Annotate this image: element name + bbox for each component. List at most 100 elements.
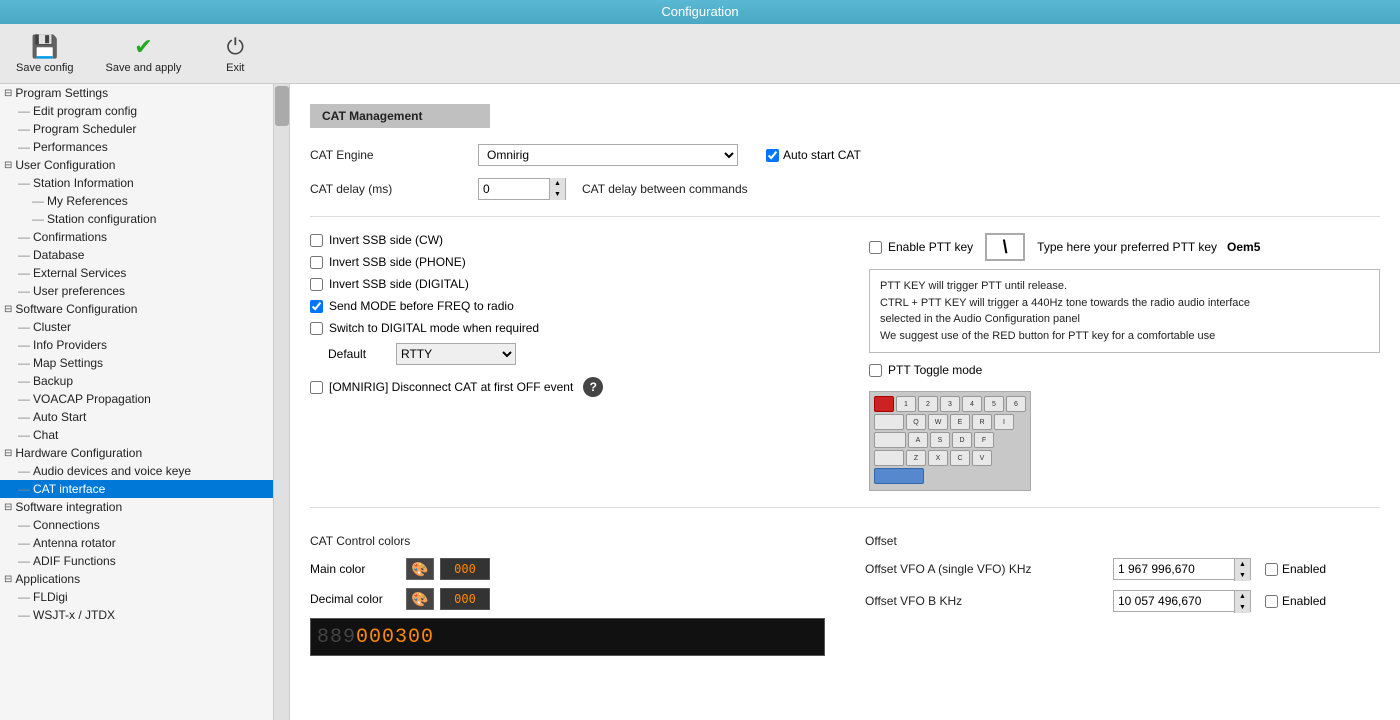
sidebar-tree: ⊟Program Settings—Edit program config—Pr…: [0, 84, 289, 624]
decimal-color-picker[interactable]: 🎨: [406, 588, 434, 610]
auto-start-cat-checkbox[interactable]: [766, 149, 779, 162]
switch-digital-row: Switch to DIGITAL mode when required: [310, 321, 821, 335]
vfo-b-enabled-text: Enabled: [1282, 594, 1326, 608]
type-here-label: Type here your preferred PTT key: [1037, 240, 1217, 254]
vfo-b-row: Offset VFO B KHz ▲ ▼ Enabled: [865, 590, 1380, 612]
dash-station-configuration: —: [32, 212, 44, 226]
send-mode-row: Send MODE before FREQ to radio: [310, 299, 821, 313]
kb-key-x: X: [928, 450, 948, 466]
vfo-a-up[interactable]: ▲: [1234, 559, 1250, 570]
sidebar-item-program-scheduler[interactable]: —Program Scheduler: [0, 120, 273, 138]
kb-key-w: W: [928, 414, 948, 430]
dash-my-references: —: [32, 194, 44, 208]
sidebar-label-confirmations: Confirmations: [33, 230, 107, 244]
sidebar-label-database: Database: [33, 248, 84, 262]
sidebar-item-chat[interactable]: —Chat: [0, 426, 273, 444]
expand-icon-program-settings: ⊟: [4, 88, 12, 99]
sidebar-item-map-settings[interactable]: —Map Settings: [0, 354, 273, 372]
switch-digital-checkbox[interactable]: [310, 322, 323, 335]
help-icon[interactable]: ?: [583, 377, 603, 397]
dash-adif-functions: —: [18, 554, 30, 568]
sidebar-item-adif-functions[interactable]: —ADIF Functions: [0, 552, 273, 570]
sidebar-label-edit-program-config: Edit program config: [33, 104, 137, 118]
kb-key-e: E: [950, 414, 970, 430]
send-mode-checkbox[interactable]: [310, 300, 323, 313]
sidebar-item-program-settings[interactable]: ⊟Program Settings: [0, 84, 273, 102]
sidebar-item-station-configuration[interactable]: —Station configuration: [0, 210, 273, 228]
invert-ssb-cw-checkbox[interactable]: [310, 234, 323, 247]
sidebar-item-voacap-propagation[interactable]: —VOACAP Propagation: [0, 390, 273, 408]
sidebar-label-adif-functions: ADIF Functions: [33, 554, 116, 568]
invert-ssb-digital-checkbox[interactable]: [310, 278, 323, 291]
sidebar-item-my-references[interactable]: —My References: [0, 192, 273, 210]
two-column-layout: Invert SSB side (CW) Invert SSB side (PH…: [310, 233, 1380, 491]
vfo-a-input-wrapper: ▲ ▼: [1113, 558, 1251, 580]
sidebar-item-software-configuration[interactable]: ⊟Software Configuration: [0, 300, 273, 318]
exit-button[interactable]: ⏻ Exit: [205, 30, 265, 78]
sidebar-label-station-information: Station Information: [33, 176, 134, 190]
sidebar-label-user-preferences: User preferences: [33, 284, 125, 298]
spinner-up[interactable]: ▲: [549, 178, 565, 189]
vfo-b-up[interactable]: ▲: [1234, 591, 1250, 602]
kb-key-3: 3: [940, 396, 960, 412]
sidebar-item-wsjtx[interactable]: —WSJT-x / JTDX: [0, 606, 273, 624]
sidebar-item-software-integration[interactable]: ⊟Software integration: [0, 498, 273, 516]
vfo-a-enabled-checkbox[interactable]: [1265, 563, 1278, 576]
ptt-info-text: PTT KEY will trigger PTT until release.C…: [880, 280, 1250, 342]
cat-delay-input[interactable]: [479, 179, 549, 199]
sidebar-item-antenna-rotator[interactable]: —Antenna rotator: [0, 534, 273, 552]
vfo-a-down[interactable]: ▼: [1234, 570, 1250, 581]
sidebar-item-applications[interactable]: ⊟Applications: [0, 570, 273, 588]
sidebar-item-station-information[interactable]: —Station Information: [0, 174, 273, 192]
save-config-button[interactable]: 💾 Save config: [8, 30, 81, 78]
invert-ssb-phone-checkbox[interactable]: [310, 256, 323, 269]
kb-row-4: Z X C V: [874, 450, 1026, 466]
save-apply-button[interactable]: ✔ Save and apply: [97, 30, 189, 78]
kb-key-d: D: [952, 432, 972, 448]
dash-wsjtx: —: [18, 608, 30, 622]
ptt-key-name: Oem5: [1227, 240, 1260, 254]
sidebar-item-info-providers[interactable]: —Info Providers: [0, 336, 273, 354]
sidebar-item-fldigi[interactable]: —FLDigi: [0, 588, 273, 606]
default-mode-select[interactable]: RTTY PSK31 FT8 JS8: [396, 343, 516, 365]
sidebar-item-cluster[interactable]: —Cluster: [0, 318, 273, 336]
save-config-icon: 💾: [31, 34, 58, 60]
sidebar-item-database[interactable]: —Database: [0, 246, 273, 264]
sidebar-label-fldigi: FLDigi: [33, 590, 68, 604]
save-apply-icon: ✔: [134, 34, 152, 60]
sidebar-item-confirmations[interactable]: —Confirmations: [0, 228, 273, 246]
vfo-a-input[interactable]: [1114, 559, 1234, 579]
dash-connections: —: [18, 518, 30, 532]
sidebar-item-user-preferences[interactable]: —User preferences: [0, 282, 273, 300]
expand-icon-software-configuration: ⊟: [4, 304, 12, 315]
omnirig-disconnect-checkbox[interactable]: [310, 381, 323, 394]
sidebar-item-auto-start[interactable]: —Auto Start: [0, 408, 273, 426]
sidebar-item-edit-program-config[interactable]: —Edit program config: [0, 102, 273, 120]
sidebar-label-antenna-rotator: Antenna rotator: [33, 536, 116, 550]
vfo-b-input[interactable]: [1114, 591, 1234, 611]
ptt-toggle-checkbox[interactable]: [869, 364, 882, 377]
sidebar-scrollbar[interactable]: [273, 84, 289, 720]
bottom-section: CAT Control colors Main color 🎨 000 Deci…: [290, 524, 1400, 666]
main-color-picker[interactable]: 🎨: [406, 558, 434, 580]
sidebar-item-hardware-configuration[interactable]: ⊟Hardware Configuration: [0, 444, 273, 462]
sidebar-item-audio-devices[interactable]: —Audio devices and voice keye: [0, 462, 273, 480]
default-mode-row: Default RTTY PSK31 FT8 JS8: [328, 343, 821, 365]
vfo-b-down[interactable]: ▼: [1234, 602, 1250, 613]
cat-engine-select[interactable]: Omnirig HamLib FLRig Direct: [478, 144, 738, 166]
sidebar-item-backup[interactable]: —Backup: [0, 372, 273, 390]
sidebar-item-external-services[interactable]: —External Services: [0, 264, 273, 282]
scrollbar-thumb: [275, 86, 289, 126]
sidebar-item-cat-interface[interactable]: —CAT interface: [0, 480, 273, 498]
sidebar-item-connections[interactable]: —Connections: [0, 516, 273, 534]
section-header-wrapper: CAT Management: [290, 84, 1400, 144]
spinner-down[interactable]: ▼: [549, 189, 565, 200]
enable-ptt-checkbox[interactable]: [869, 241, 882, 254]
vfo-b-enabled-checkbox[interactable]: [1265, 595, 1278, 608]
sidebar-item-performances[interactable]: —Performances: [0, 138, 273, 156]
auto-start-cat-label: Auto start CAT: [766, 148, 861, 162]
sidebar-label-voacap-propagation: VOACAP Propagation: [33, 392, 151, 406]
sidebar-item-user-configuration[interactable]: ⊟User Configuration: [0, 156, 273, 174]
dash-fldigi: —: [18, 590, 30, 604]
main-container: ⊟Program Settings—Edit program config—Pr…: [0, 84, 1400, 720]
